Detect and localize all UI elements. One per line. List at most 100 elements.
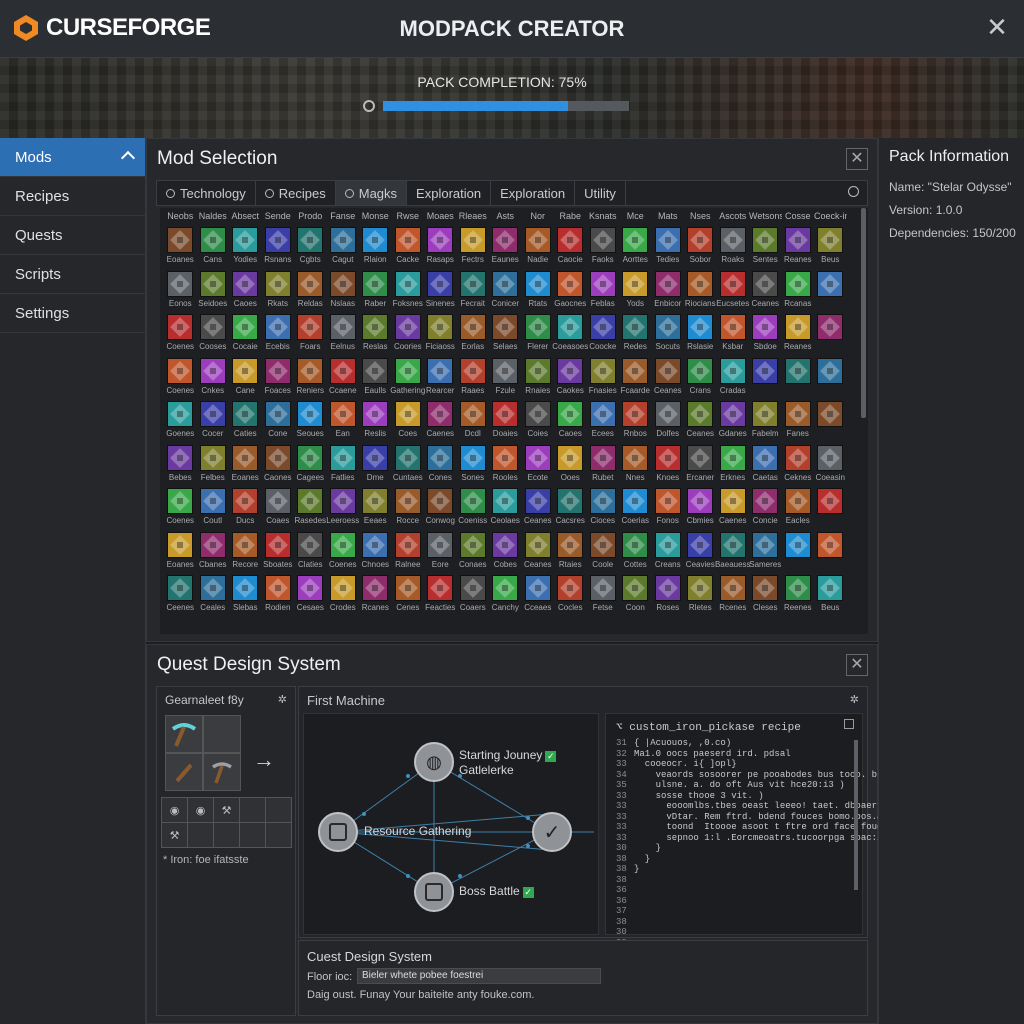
mod-tile[interactable]: Rearcer [424, 357, 457, 402]
close-panel-icon[interactable]: ✕ [846, 148, 868, 170]
mod-tile[interactable]: Cocaie [229, 314, 262, 358]
mod-tile[interactable]: Cradas [717, 357, 750, 402]
mod-tile[interactable]: Tedies [652, 227, 685, 271]
mod-tile[interactable] [749, 357, 782, 402]
mod-tile[interactable]: Caoes [229, 270, 262, 315]
quest-node-start[interactable]: ◍ [414, 742, 454, 782]
mod-tile[interactable]: Rooles [489, 444, 522, 489]
mod-tile[interactable]: Yods [619, 270, 652, 315]
mod-tile[interactable]: Eoanes [164, 531, 197, 576]
mod-tile[interactable]: Beus [814, 227, 847, 271]
mod-tile[interactable]: Foksnes [392, 270, 425, 315]
mod-tile[interactable]: Rnbos [619, 401, 652, 445]
mod-tile[interactable]: Reanes [782, 227, 815, 271]
quest-node-resource[interactable] [318, 812, 358, 852]
mod-tile[interactable]: Caties [229, 401, 262, 445]
mod-tile[interactable]: Rasaps [424, 227, 457, 271]
mod-tile[interactable]: Cobes [489, 531, 522, 576]
mod-tile[interactable]: Rsnans [262, 227, 295, 271]
crafting-slot[interactable] [204, 716, 240, 752]
column-header[interactable]: Coeck-inbu [814, 211, 847, 221]
mod-tile[interactable]: Raaes [457, 357, 490, 402]
expand-icon[interactable] [844, 719, 854, 729]
quest-node-boss[interactable] [414, 872, 454, 912]
inventory-slot[interactable] [188, 823, 213, 847]
crafting-slot[interactable] [204, 754, 240, 790]
mod-tile[interactable]: Cnkes [197, 357, 230, 402]
mod-tile[interactable]: Coerias [619, 488, 652, 532]
mod-tile[interactable]: Reenes [782, 575, 815, 619]
mod-tile[interactable]: Fabelm [749, 401, 782, 445]
bucket-icon[interactable]: ◉ [188, 798, 213, 822]
column-header[interactable]: Prodo [294, 211, 327, 221]
mod-tile[interactable]: Riocians [684, 270, 717, 315]
mod-tile[interactable] [814, 488, 847, 532]
mod-tile[interactable]: Beus [814, 575, 847, 619]
mod-tile[interactable]: Rletes [684, 575, 717, 619]
tab-exploration[interactable]: Exploration [407, 181, 492, 205]
mod-tile[interactable]: Goenes [164, 401, 197, 445]
mod-tile[interactable]: Cane [229, 357, 262, 402]
mod-tile[interactable]: Feacties [424, 575, 457, 619]
mod-tile[interactable]: Cones [424, 444, 457, 489]
mod-tile[interactable]: Caokes [554, 357, 587, 402]
sidebar-item-settings[interactable]: Settings [0, 294, 145, 333]
sidebar-item-mods[interactable]: Mods [0, 138, 145, 177]
column-header[interactable]: Sende [262, 211, 295, 221]
mod-tile[interactable]: Ercaner [684, 444, 717, 489]
mod-tile[interactable]: Cocer [197, 401, 230, 445]
mod-tile[interactable] [814, 401, 847, 445]
mod-tile[interactable]: Ceavies [684, 531, 717, 576]
mod-tile[interactable]: Cooses [197, 314, 230, 358]
mod-tile[interactable]: Conwog [424, 488, 457, 532]
inventory-slot[interactable] [266, 798, 291, 822]
mod-tile[interactable]: Sones [457, 444, 490, 489]
mod-tile[interactable]: Rtaies [554, 531, 587, 576]
close-window-icon[interactable]: ✕ [984, 14, 1010, 40]
mod-tile[interactable]: Gaocnes [554, 270, 587, 315]
mod-tile[interactable]: Ksbar [717, 314, 750, 358]
mod-tile[interactable]: Cagut [327, 227, 360, 271]
column-header[interactable]: Monse [359, 211, 392, 221]
mod-tile[interactable]: Gdanes [717, 401, 750, 445]
mod-tile[interactable]: Ducs [229, 488, 262, 532]
tab-recipes[interactable]: Recipes [256, 181, 336, 205]
mod-tile[interactable]: Ceolaes [489, 488, 522, 532]
mod-tile[interactable]: Redes [619, 314, 652, 358]
mod-tile[interactable]: Selaes [489, 314, 522, 358]
mod-tile[interactable]: Eonos [164, 270, 197, 315]
mod-tile[interactable]: Rcanas [782, 270, 815, 315]
script-scrollbar[interactable] [854, 740, 858, 890]
column-header[interactable]: Asts [489, 211, 522, 221]
mod-tile[interactable]: Coeasoes [552, 314, 588, 358]
mod-tile[interactable]: Fetse [587, 575, 620, 619]
mod-tile[interactable]: Eoanes [229, 444, 262, 489]
mod-tile[interactable]: Canchy [489, 575, 522, 619]
mod-tile[interactable]: Ceknes [782, 444, 815, 489]
mod-tile[interactable]: Reslas [359, 314, 392, 358]
mod-tile[interactable]: Coon [619, 575, 652, 619]
mod-tile[interactable]: Coories [392, 314, 425, 358]
mod-tile[interactable]: Coeniss [457, 488, 490, 532]
mod-tile[interactable]: Cioces [587, 488, 620, 532]
mod-tile[interactable]: Rasedes [294, 488, 327, 532]
mod-tile[interactable]: Fanes [782, 401, 815, 445]
mod-tile[interactable]: Fzule [489, 357, 522, 402]
mod-tile[interactable]: Fcaarde [619, 357, 652, 402]
mod-tile[interactable]: Foars [294, 314, 327, 358]
mod-tile[interactable]: Ecees [587, 401, 620, 445]
mod-tile[interactable]: Eelnus [327, 314, 360, 358]
column-header[interactable]: Mats [652, 211, 685, 221]
mod-tile[interactable]: Caocie [554, 227, 587, 271]
mod-tile[interactable]: Fectrs [457, 227, 490, 271]
mod-tile[interactable]: Faoks [587, 227, 620, 271]
mod-tile[interactable]: Ceanes [522, 531, 555, 576]
mod-tile[interactable]: Knoes [652, 444, 685, 489]
mod-tile[interactable]: Cacke [392, 227, 425, 271]
crafting-slot[interactable] [166, 754, 202, 790]
mod-tile[interactable]: Rnaies [522, 357, 555, 402]
mod-tile[interactable]: Cacsres [554, 488, 587, 532]
mod-tile[interactable]: Cans [197, 227, 230, 271]
column-header[interactable]: Naldes [197, 211, 230, 221]
column-header[interactable]: Ksnats [587, 211, 620, 221]
